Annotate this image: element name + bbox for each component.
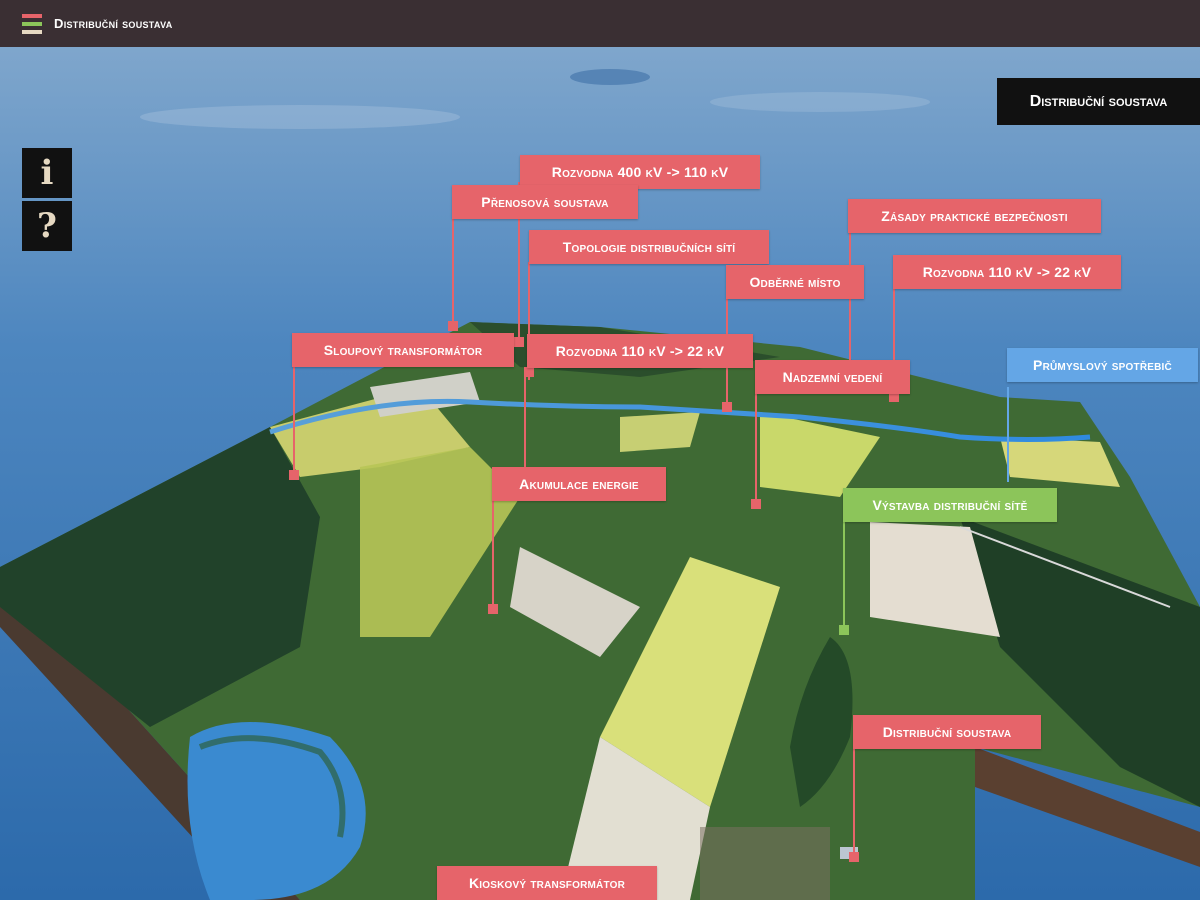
pin-sloupovy bbox=[293, 367, 295, 477]
hotspot-distribucni-soustava[interactable]: Distribuční soustava bbox=[853, 715, 1041, 749]
hotspot-prenosova-soustava[interactable]: Přenosová soustava bbox=[452, 185, 638, 219]
hotspot-sloupovy-transformator[interactable]: Sloupový transformátor bbox=[292, 333, 514, 367]
marker-prenosova[interactable] bbox=[448, 321, 458, 331]
scene-title: Distribuční soustava bbox=[997, 78, 1200, 125]
hotspot-rozvodna-110-right[interactable]: Rozvodna 110 kV -> 22 kV bbox=[893, 255, 1121, 289]
marker-odberne[interactable] bbox=[722, 402, 732, 412]
marker-nadzemni[interactable] bbox=[751, 499, 761, 509]
help-button[interactable]: ? bbox=[22, 201, 72, 251]
hotspot-odberne-misto[interactable]: Odběrné místo bbox=[726, 265, 864, 299]
pin-prenosova bbox=[452, 217, 454, 325]
hotspot-rozvodna-400[interactable]: Rozvodna 400 kV -> 110 kV bbox=[520, 155, 760, 189]
marker-sloupovy[interactable] bbox=[289, 470, 299, 480]
hotspot-rozvodna-110-center[interactable]: Rozvodna 110 kV -> 22 kV bbox=[527, 334, 753, 368]
pin-akumulace bbox=[492, 500, 494, 610]
pin-akumulace-link bbox=[524, 377, 526, 472]
hotspot-zasady-bezpecnosti[interactable]: Zásady praktické bezpečnosti bbox=[848, 199, 1101, 233]
info-icon: i bbox=[40, 153, 54, 193]
question-icon: ? bbox=[37, 206, 57, 246]
pin-nadzemni bbox=[755, 392, 757, 502]
info-button[interactable]: i bbox=[22, 148, 72, 198]
hotspot-akumulace-energie[interactable]: Akumulace energie bbox=[492, 467, 666, 501]
marker-distribucni[interactable] bbox=[849, 852, 859, 862]
top-bar: Distribuční soustava bbox=[0, 0, 1200, 47]
marker-akumulace[interactable] bbox=[488, 604, 498, 614]
pin-vystavba bbox=[843, 522, 845, 632]
app-logo-icon bbox=[22, 13, 42, 34]
hotspot-topologie[interactable]: Topologie distribučních sítí bbox=[529, 230, 769, 264]
pin-distribucni bbox=[853, 748, 855, 858]
hotspot-vystavba-site[interactable]: Výstavba distribuční sítě bbox=[843, 488, 1057, 522]
marker-vystavba[interactable] bbox=[839, 625, 849, 635]
marker-rozvodna-400[interactable] bbox=[514, 337, 524, 347]
hotspot-nadzemni-vedeni[interactable]: Nadzemní vedení bbox=[755, 360, 910, 394]
app-title: Distribuční soustava bbox=[54, 16, 173, 31]
hotspot-kioskovy-transformator[interactable]: Kioskový transformátor bbox=[437, 866, 657, 900]
hotspot-prumyslovy-spotrebic[interactable]: Průmyslový spotřebič bbox=[1007, 348, 1198, 382]
pin-prumyslovy bbox=[1007, 387, 1009, 482]
